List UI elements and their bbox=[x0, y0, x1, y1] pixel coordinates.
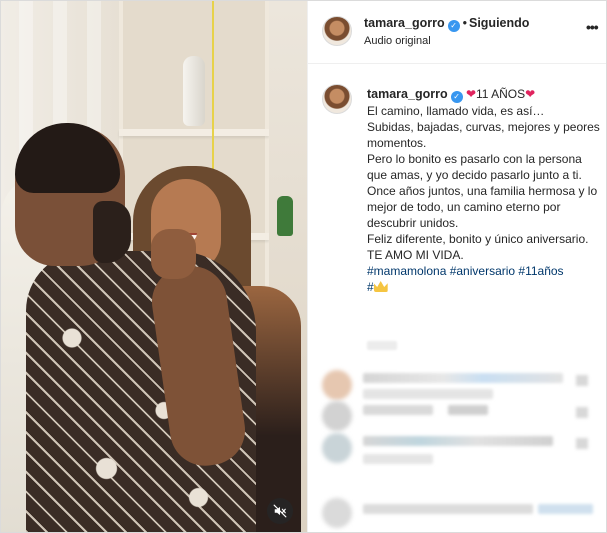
comment-text-blurred bbox=[448, 405, 488, 415]
man-beard bbox=[93, 201, 131, 263]
post-side-panel: tamara_gorro ✓ • Siguiendo Audio original •… bbox=[307, 1, 606, 532]
verified-badge-icon: ✓ bbox=[450, 91, 463, 103]
comment-avatar bbox=[322, 498, 352, 528]
hashtags[interactable]: #mamamolona #aniversario #11años bbox=[367, 263, 602, 279]
following-button[interactable]: Siguiendo bbox=[469, 16, 529, 30]
caption-line: Feliz diferente, bonito y único aniversa… bbox=[367, 232, 589, 246]
comment-row-blurred bbox=[308, 431, 606, 471]
post-video[interactable] bbox=[1, 1, 307, 532]
comment-avatar bbox=[322, 401, 352, 431]
comment-text-blurred bbox=[363, 504, 533, 514]
like-icon-blurred bbox=[576, 438, 588, 449]
caption-username-link[interactable]: tamara_gorro bbox=[367, 87, 448, 101]
post-caption: tamara_gorro ✓ ❤11 AÑOS❤ El camino, llama… bbox=[367, 86, 602, 295]
comment-text-blurred bbox=[363, 373, 563, 383]
crown-emoji-icon bbox=[373, 281, 388, 292]
caption-line: Once años juntos, una familia hermosa y … bbox=[367, 184, 598, 230]
caption-line: Subidas, bajadas, curvas, mejores y peor… bbox=[367, 120, 600, 150]
comment-text-blurred bbox=[363, 389, 493, 399]
heart-emoji-icon: ❤ bbox=[525, 87, 536, 101]
audio-link[interactable]: Audio original bbox=[364, 35, 431, 47]
lamp-cord bbox=[212, 1, 214, 186]
post-timestamp-blurred bbox=[367, 341, 397, 350]
heart-emoji-icon: ❤ bbox=[465, 87, 476, 101]
avatar[interactable] bbox=[322, 16, 352, 46]
caption-line: Pero lo bonito es pasarlo con la persona… bbox=[367, 152, 582, 182]
instagram-post-window: tamara_gorro ✓ • Siguiendo Audio original •… bbox=[0, 0, 607, 533]
mute-button[interactable] bbox=[267, 498, 293, 524]
post-header: tamara_gorro ✓ • Siguiendo Audio original •… bbox=[308, 1, 606, 64]
caption-line: El camino, llamado vida, es así… bbox=[367, 104, 545, 118]
comment-text-blurred bbox=[363, 454, 433, 464]
muted-speaker-icon bbox=[273, 504, 287, 518]
caption-section: tamara_gorro ✓ ❤11 AÑOS❤ El camino, llama… bbox=[308, 65, 606, 355]
separator-dot: • bbox=[462, 16, 467, 30]
man-hand bbox=[151, 229, 196, 279]
green-bottle bbox=[277, 196, 293, 236]
username-link[interactable]: tamara_gorro bbox=[364, 16, 445, 30]
comment-avatar bbox=[322, 433, 352, 463]
comment-avatar bbox=[322, 370, 352, 400]
comment-text-blurred bbox=[363, 405, 433, 415]
caption-line: TE AMO MI VIDA. bbox=[367, 248, 464, 262]
comment-text-blurred bbox=[538, 504, 593, 514]
crown-hashtag[interactable]: # bbox=[367, 280, 374, 294]
verified-badge-icon: ✓ bbox=[447, 19, 460, 32]
like-icon-blurred bbox=[576, 407, 588, 418]
header-user-line: tamara_gorro ✓ • Siguiendo bbox=[364, 16, 529, 32]
vase bbox=[183, 56, 205, 126]
shelf bbox=[119, 129, 269, 136]
comment-row-blurred bbox=[308, 494, 606, 532]
comment-text-blurred bbox=[363, 436, 553, 446]
avatar[interactable] bbox=[322, 84, 352, 114]
caption-title: 11 AÑOS bbox=[476, 87, 526, 101]
like-icon-blurred bbox=[576, 375, 588, 386]
more-options-icon[interactable]: ••• bbox=[586, 19, 599, 35]
